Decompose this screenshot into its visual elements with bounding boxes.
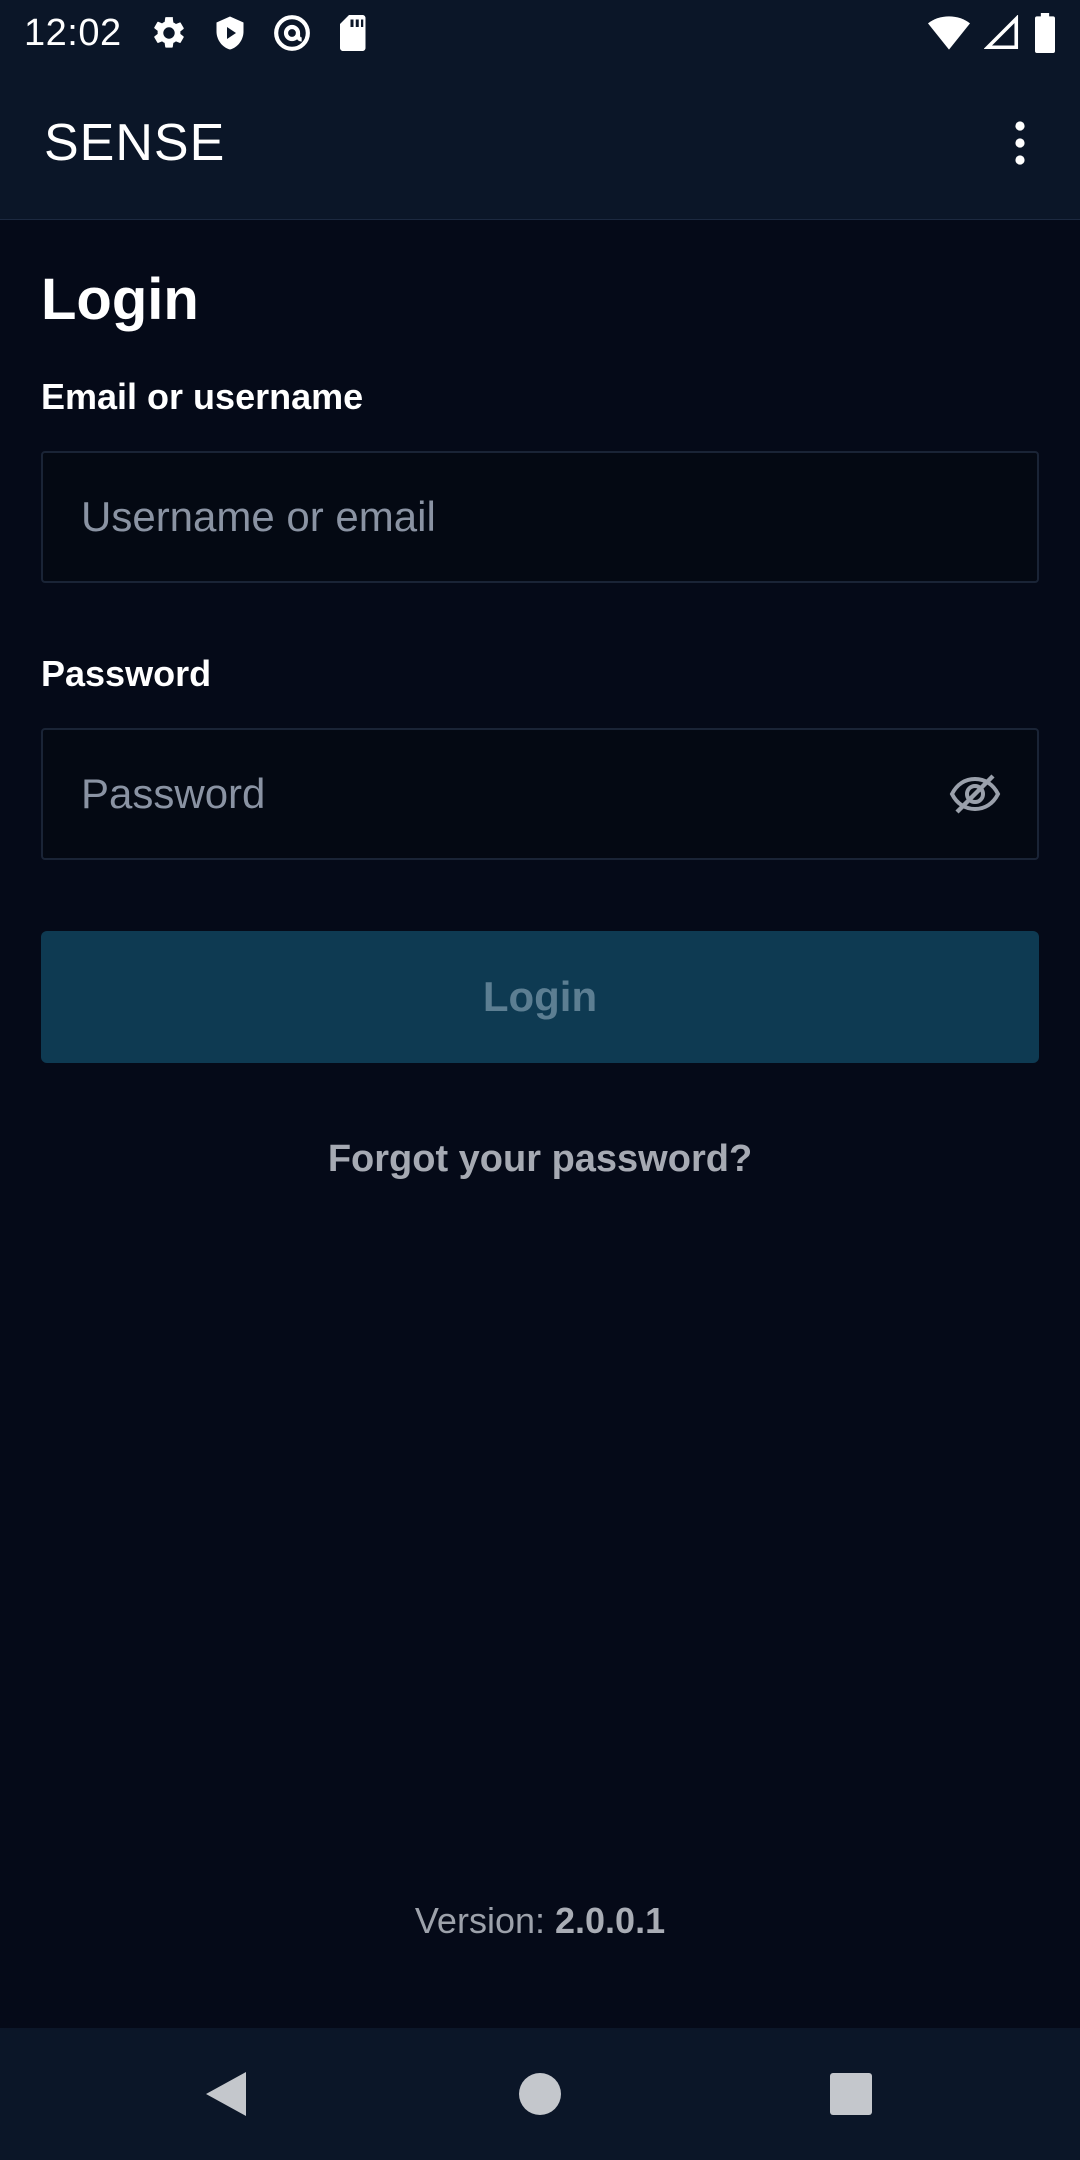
password-visibility-toggle[interactable]	[943, 762, 1007, 826]
shield-play-icon	[212, 14, 248, 52]
email-label: Email or username	[41, 376, 364, 417]
settings-icon	[150, 14, 188, 52]
recents-button[interactable]	[791, 2028, 911, 2160]
email-field[interactable]	[79, 492, 1001, 542]
cell-signal-icon	[984, 15, 1020, 51]
navigation-bar	[0, 2028, 1080, 2160]
more-vert-icon	[1015, 120, 1025, 165]
recents-icon	[830, 2073, 872, 2115]
app-title: SENSE	[44, 113, 226, 172]
version-number: 2.0.0.1	[555, 1900, 666, 1941]
home-button[interactable]	[480, 2028, 600, 2160]
status-icons-left	[150, 13, 368, 53]
at-sign-icon	[272, 13, 312, 53]
password-label: Password	[41, 653, 212, 694]
wifi-icon	[928, 15, 970, 51]
overflow-menu-button[interactable]	[990, 103, 1050, 183]
battery-icon	[1034, 13, 1056, 53]
app-bar: SENSE	[0, 66, 1080, 220]
password-field[interactable]	[79, 769, 943, 819]
login-button[interactable]: Login	[41, 931, 1039, 1063]
login-screen: 12:02 SENSE Login Email or username User…	[0, 0, 1080, 2160]
version-prefix: Version:	[414, 1900, 555, 1941]
page-title: Login	[41, 267, 199, 332]
email-field-container	[41, 451, 1039, 583]
status-icons-right	[928, 13, 1056, 53]
password-field-container	[41, 728, 1039, 860]
status-bar: 12:02	[0, 0, 1080, 66]
home-icon	[519, 2073, 561, 2115]
version-text: Version: 2.0.0.1	[0, 1900, 1080, 1942]
back-icon	[206, 2072, 246, 2116]
forgot-password-link[interactable]: Forgot your password?	[41, 1138, 1039, 1181]
eye-off-icon	[949, 774, 1001, 814]
back-button[interactable]	[166, 2028, 286, 2160]
sd-card-icon	[336, 15, 368, 51]
status-time: 12:02	[24, 11, 122, 54]
